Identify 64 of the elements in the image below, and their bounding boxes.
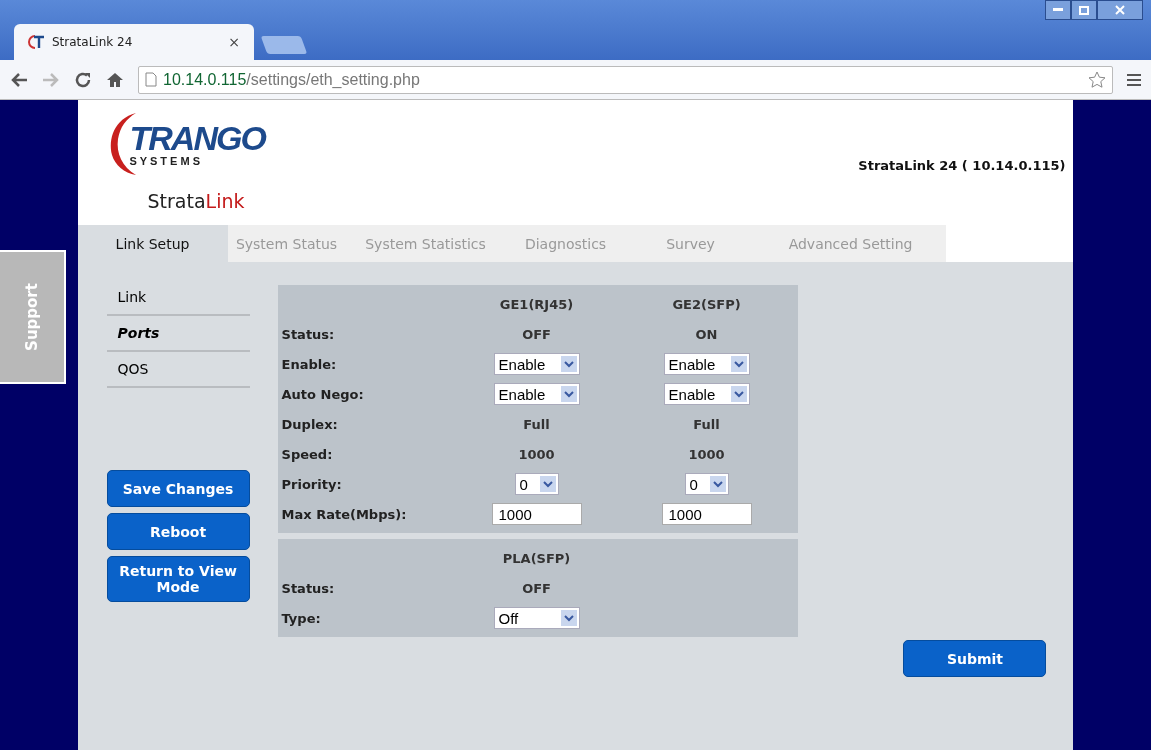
column-heading: GE2(SFP) [672,296,741,312]
caret-icon [560,386,577,402]
address-bar[interactable]: 10.14.0.115/settings/eth_setting.php [138,65,1113,94]
dropdown[interactable]: 0 [684,473,729,495]
page-icon [145,72,157,87]
minimize-icon [1053,8,1063,12]
logo-subtitle: S Y S T E M S [129,155,202,167]
field-label: Duplex: [281,416,339,432]
column-heading: GE1(RJ45) [499,296,574,312]
minimize-button[interactable] [1045,0,1071,20]
browser-tab[interactable]: StrataLink 24 × [14,24,254,60]
close-button[interactable] [1097,0,1143,20]
dropdown[interactable]: Off [493,607,580,629]
input-field[interactable]: 1000 [661,503,752,525]
sidebar-item[interactable]: QOS [106,352,250,388]
dropdown[interactable]: Enable [493,383,580,405]
value-text: OFF [522,326,551,342]
field-label: Enable: [281,356,338,372]
caret-icon [709,476,726,492]
tab-title: StrataLink 24 [52,35,134,49]
column-heading: PLA(SFP) [502,550,571,566]
value-text: 1000 [518,446,555,462]
dropdown[interactable]: Enable [663,383,750,405]
logo-icon [28,35,46,49]
sidebar-item[interactable]: Ports [106,316,250,352]
action-button[interactable]: Return to View Mode [106,556,250,602]
field-label: Priority: [281,476,343,492]
close-icon [1115,5,1125,15]
submit-button[interactable]: Submit [903,640,1047,677]
back-icon[interactable] [10,71,28,88]
field-label: Status: [281,580,336,596]
value-text: Full [523,416,550,432]
input-field[interactable]: 1000 [491,503,582,525]
sidebar-item[interactable]: Link [106,280,250,316]
maximize-button[interactable] [1071,0,1097,20]
menu-icon[interactable] [1127,72,1141,87]
dropdown[interactable]: Enable [663,353,750,375]
star-icon[interactable] [1088,70,1106,89]
field-label: Max Rate(Mbps): [281,506,408,522]
caret-icon [539,476,556,492]
action-button[interactable]: Reboot [106,513,250,550]
value-text: OFF [522,580,551,596]
value-text: ON [695,326,718,342]
dropdown[interactable]: Enable [493,353,580,375]
field-label: Auto Nego: [281,386,365,402]
value-text: Full [693,416,720,432]
product-name: StrataLink [147,190,246,212]
action-button[interactable]: Save Changes [106,470,250,507]
caret-icon [560,610,577,626]
caret-icon [730,356,747,372]
field-label: Status: [281,326,336,342]
field-label: Type: [281,610,322,626]
value-text: 1000 [688,446,725,462]
caret-icon [730,386,747,402]
caret-icon [560,356,577,372]
home-icon[interactable] [106,70,124,89]
close-icon[interactable]: × [228,34,240,50]
dropdown[interactable]: 0 [514,473,559,495]
maximize-icon [1079,5,1089,15]
logo-text: TRANGO [129,121,265,155]
nav-tab[interactable]: Link Setup [77,225,228,262]
reload-icon[interactable] [74,70,92,89]
device-name: StrataLink 24 ( 10.14.0.115) [858,158,1066,175]
field-label: Speed: [281,446,334,462]
